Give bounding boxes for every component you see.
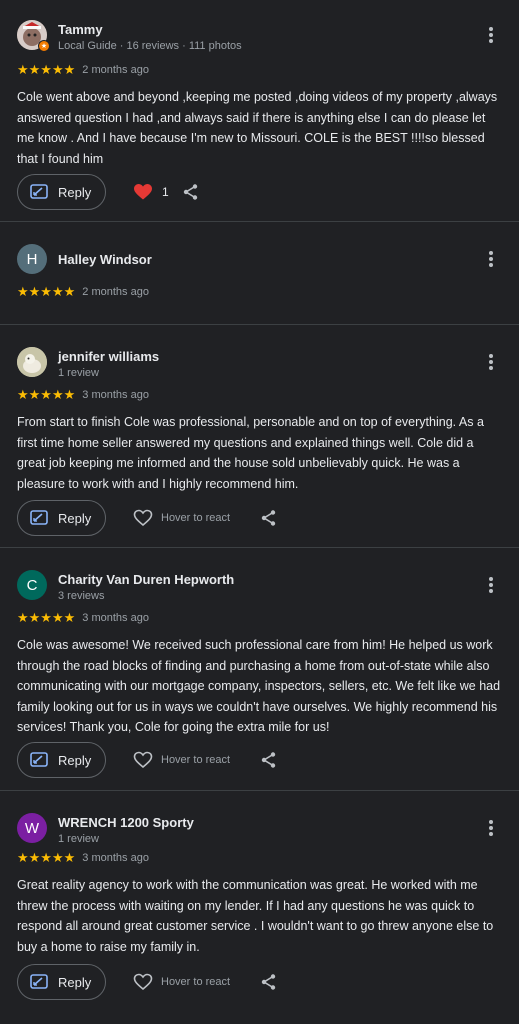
react-button[interactable]: Hover to react	[133, 500, 230, 536]
review-card: W WRENCH 1200 Sporty 1 review ★★★★★ 3 months…	[0, 791, 519, 1024]
react-button[interactable]: Hover to react	[133, 742, 230, 778]
reviewer-avatar[interactable]: ★	[17, 20, 50, 52]
share-icon[interactable]	[182, 183, 200, 206]
more-options-icon[interactable]	[483, 574, 499, 596]
review-card: ★ Tammy Local Guide · 16 reviews · 111 pho…	[0, 0, 519, 222]
reply-button[interactable]: Reply	[17, 964, 106, 1000]
reviewer-meta: 3 reviews	[58, 590, 105, 602]
reviewer-name[interactable]: jennifer williams	[58, 349, 159, 364]
reply-icon	[30, 184, 58, 200]
react-label: Hover to react	[161, 754, 231, 766]
review-rating: ★★★★★ 3 months ago	[17, 847, 149, 869]
react-label: Hover to react	[161, 976, 231, 988]
heart-icon	[133, 509, 153, 527]
reply-button[interactable]: Reply	[17, 174, 106, 210]
react-button[interactable]: Hover to react	[133, 964, 230, 1000]
review-actions: Reply 1	[17, 174, 519, 210]
review-actions: Reply Hover to react	[17, 500, 519, 536]
share-icon[interactable]	[260, 973, 278, 996]
local-guide-badge-icon: ★	[38, 40, 50, 52]
review-text: From start to finish Cole was profession…	[17, 415, 484, 491]
reviewer-name[interactable]: WRENCH 1200 Sporty	[58, 815, 194, 830]
reviewer-avatar[interactable]	[17, 347, 47, 377]
more-options-icon[interactable]	[483, 24, 499, 46]
reply-button[interactable]: Reply	[17, 742, 106, 778]
star-rating-icon: ★★★★★	[17, 610, 76, 625]
reviewer-meta: 1 review	[58, 367, 99, 379]
review-date: 2 months ago	[82, 286, 149, 298]
review-date: 3 months ago	[82, 389, 149, 401]
reply-icon	[30, 510, 58, 526]
review-header: C Charity Van Duren Hepworth 3 reviews	[17, 566, 519, 606]
reviewer-name[interactable]: Charity Van Duren Hepworth	[58, 572, 234, 587]
reply-icon	[30, 752, 58, 768]
review-card: jennifer williams 1 review ★★★★★ 3 months a…	[0, 325, 519, 548]
review-card: C Charity Van Duren Hepworth 3 reviews ★★★★…	[0, 548, 519, 791]
star-rating-icon: ★★★★★	[17, 62, 76, 77]
review-text: Cole went above and beyond ,keeping me p…	[17, 90, 498, 166]
reviewer-name[interactable]: Halley Windsor	[58, 252, 152, 267]
share-icon[interactable]	[260, 751, 278, 774]
reply-label: Reply	[58, 184, 92, 200]
review-actions: Reply Hover to react	[17, 964, 519, 1000]
react-label: Hover to react	[161, 512, 231, 524]
react-button[interactable]: 1	[133, 174, 169, 210]
more-options-icon[interactable]	[483, 248, 499, 270]
review-header: H Halley Windsor	[17, 240, 519, 280]
heart-icon	[133, 183, 153, 201]
reply-label: Reply	[58, 510, 92, 526]
reply-label: Reply	[58, 974, 92, 990]
review-card: H Halley Windsor ★★★★★ 2 months ago	[0, 222, 519, 325]
share-icon[interactable]	[260, 509, 278, 532]
reply-button[interactable]: Reply	[17, 500, 106, 536]
star-rating-icon: ★★★★★	[17, 284, 76, 299]
review-text: Great reality agency to work with the co…	[17, 878, 494, 954]
review-text: Cole was awesome! We received such profe…	[17, 638, 501, 734]
review-rating: ★★★★★ 3 months ago	[17, 607, 149, 629]
review-rating: ★★★★★ 2 months ago	[17, 59, 149, 81]
reply-icon	[30, 974, 58, 990]
heart-icon	[133, 751, 153, 769]
reviewer-avatar[interactable]: H	[17, 244, 47, 274]
reviewer-meta: 1 review	[58, 833, 99, 845]
review-rating: ★★★★★ 2 months ago	[17, 281, 149, 303]
more-options-icon[interactable]	[483, 351, 499, 373]
more-options-icon[interactable]	[483, 817, 499, 839]
review-rating: ★★★★★ 3 months ago	[17, 384, 149, 406]
reply-label: Reply	[58, 752, 92, 768]
review-actions: Reply Hover to react	[17, 742, 519, 778]
reaction-count: 1	[162, 185, 169, 199]
heart-icon	[133, 973, 153, 991]
reviewer-avatar[interactable]: W	[17, 813, 47, 843]
review-date: 3 months ago	[82, 612, 149, 624]
review-date: 3 months ago	[82, 852, 149, 864]
star-rating-icon: ★★★★★	[17, 850, 76, 865]
reviewer-meta: Local Guide · 16 reviews · 111 photos	[58, 40, 242, 52]
reviewer-avatar[interactable]: C	[17, 570, 47, 600]
review-header: W WRENCH 1200 Sporty 1 review	[17, 809, 519, 849]
star-rating-icon: ★★★★★	[17, 387, 76, 402]
review-header: ★ Tammy Local Guide · 16 reviews · 111 pho…	[17, 16, 519, 56]
reviewer-name[interactable]: Tammy	[58, 22, 103, 37]
review-header: jennifer williams 1 review	[17, 343, 519, 383]
review-date: 2 months ago	[82, 64, 149, 76]
